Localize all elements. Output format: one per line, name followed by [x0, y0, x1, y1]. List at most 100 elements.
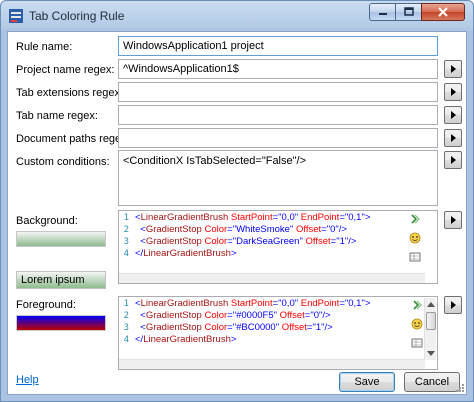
foreground-horizontal-scrollbar[interactable]	[119, 359, 425, 369]
code-line[interactable]: <LinearGradientBrush StartPoint="0,0" En…	[135, 212, 407, 224]
code-token: ="	[227, 322, 237, 333]
chevron-icon[interactable]	[411, 299, 423, 311]
code-token: StartPoint	[228, 298, 273, 309]
dialog-client-area: Rule name: WindowsApplication1 project P…	[7, 31, 467, 395]
tab-ext-regex-input[interactable]	[118, 82, 438, 102]
foreground-xaml-editor[interactable]: 1 2 3 4 <LinearGradientBrush StartPoint="0,…	[118, 296, 438, 370]
background-xaml-editor[interactable]: 1 2 3 4 <LinearGradientBrush StartPoint="0,…	[118, 210, 438, 284]
code-token: ="	[339, 212, 349, 223]
line-number: 3	[123, 323, 129, 333]
code-line[interactable]: <LinearGradientBrush StartPoint="0,0" En…	[135, 298, 407, 310]
scroll-thumb[interactable]	[426, 312, 436, 330]
code-token: ">	[361, 212, 371, 223]
doc-paths-regex-label: Document paths regex:	[16, 133, 130, 145]
code-line[interactable]: <GradientStop Color="DarkSeaGreen" Offse…	[135, 236, 407, 248]
tab-name-regex-label: Tab name regex:	[16, 110, 98, 122]
code-token: ="	[227, 224, 237, 235]
code-token: ="	[227, 310, 237, 321]
custom-conditions-arrow-button[interactable]	[444, 151, 462, 169]
code-token: GradientStop	[145, 310, 202, 321]
cancel-button[interactable]: Cancel	[404, 372, 460, 392]
code-token: Offset	[293, 224, 322, 235]
background-gradient-preview	[16, 231, 106, 247]
foreground-arrow-button[interactable]	[444, 296, 462, 314]
tab-name-regex-arrow-button[interactable]	[444, 106, 462, 124]
arrow-right-icon	[451, 88, 456, 96]
line-number: 1	[123, 213, 129, 223]
project-regex-input[interactable]: ^WindowsApplication1$	[118, 59, 438, 79]
line-number: 2	[123, 311, 129, 321]
background-sample-text: Lorem ipsum	[16, 271, 106, 289]
arrow-right-icon	[451, 216, 456, 224]
rule-name-input[interactable]: WindowsApplication1 project	[118, 36, 438, 56]
code-token: Offset	[276, 310, 305, 321]
code-token: Color	[201, 224, 228, 235]
code-token: ">	[361, 298, 371, 309]
code-token: Color	[201, 236, 228, 247]
minimize-icon	[378, 13, 387, 15]
background-arrow-button[interactable]	[444, 211, 462, 229]
code-line[interactable]: </LinearGradientBrush>	[135, 334, 407, 346]
code-token: GradientStop	[145, 322, 202, 333]
code-token: ="	[306, 322, 316, 333]
minimize-button[interactable]	[369, 3, 395, 21]
tab-ext-regex-label: Tab extensions regex:	[16, 87, 124, 99]
arrow-right-icon	[451, 65, 456, 73]
code-token: GradientStop	[145, 236, 202, 247]
close-button[interactable]	[421, 3, 465, 21]
chevron-icon[interactable]	[409, 213, 421, 225]
arrow-right-icon	[451, 301, 456, 309]
foreground-code[interactable]: <LinearGradientBrush StartPoint="0,0" En…	[135, 298, 407, 346]
tab-ext-regex-arrow-button[interactable]	[444, 83, 462, 101]
code-token: "/>	[344, 236, 357, 247]
code-token: Color	[201, 310, 228, 321]
code-token: ="	[321, 224, 331, 235]
table-icon[interactable]	[411, 337, 423, 349]
background-code[interactable]: <LinearGradientBrush StartPoint="0,0" En…	[135, 212, 407, 260]
code-token: WhiteSmoke	[236, 224, 290, 235]
line-number: 4	[123, 249, 129, 259]
doc-paths-regex-arrow-button[interactable]	[444, 129, 462, 147]
code-token: Color	[201, 322, 228, 333]
foreground-vertical-scrollbar[interactable]	[424, 298, 436, 360]
doc-paths-regex-input[interactable]	[118, 128, 438, 148]
code-token: ="	[227, 236, 237, 247]
app-icon	[9, 9, 23, 23]
smiley-icon[interactable]	[409, 232, 421, 244]
code-token: LinearGradientBrush	[140, 298, 229, 309]
code-token: "/>	[321, 322, 333, 333]
help-link[interactable]: Help	[16, 374, 39, 386]
code-token: ="	[304, 310, 314, 321]
code-token: LinearGradientBrush	[143, 334, 231, 345]
code-token: EndPoint	[298, 298, 340, 309]
table-icon[interactable]	[409, 251, 421, 263]
arrow-right-icon	[451, 156, 456, 164]
scroll-down-icon[interactable]	[427, 351, 435, 357]
code-token: ="	[330, 236, 340, 247]
background-horizontal-scrollbar[interactable]	[119, 273, 425, 283]
code-line[interactable]: </LinearGradientBrush>	[135, 248, 407, 260]
smiley-icon[interactable]	[411, 318, 423, 330]
project-regex-arrow-button[interactable]	[444, 60, 462, 78]
code-line[interactable]: <GradientStop Color="WhiteSmoke" Offset=…	[135, 224, 407, 236]
resize-grip-icon[interactable]	[455, 383, 465, 393]
code-token: Offset	[302, 236, 331, 247]
code-token: EndPoint	[298, 212, 340, 223]
code-token: 0,1	[348, 298, 362, 309]
line-number: 4	[123, 335, 129, 345]
scroll-up-icon[interactable]	[427, 301, 435, 307]
custom-conditions-input[interactable]: <ConditionX IsTabSelected="False"/>	[118, 150, 438, 206]
title-bar: Tab Coloring Rule	[1, 1, 473, 31]
line-number: 2	[123, 225, 129, 235]
code-token: StartPoint	[228, 212, 273, 223]
maximize-button[interactable]	[395, 3, 421, 21]
background-label: Background:	[16, 215, 78, 227]
window-title: Tab Coloring Rule	[29, 9, 125, 23]
save-button[interactable]: Save	[339, 372, 395, 392]
maximize-icon	[403, 7, 414, 16]
code-token: ="	[339, 298, 349, 309]
code-line[interactable]: <GradientStop Color="#0000F5" Offset="0"…	[135, 310, 407, 322]
tab-name-regex-input[interactable]	[118, 105, 438, 125]
code-token: LinearGradientBrush	[140, 212, 229, 223]
code-line[interactable]: <GradientStop Color="#BC0000" Offset="1"…	[135, 322, 407, 334]
